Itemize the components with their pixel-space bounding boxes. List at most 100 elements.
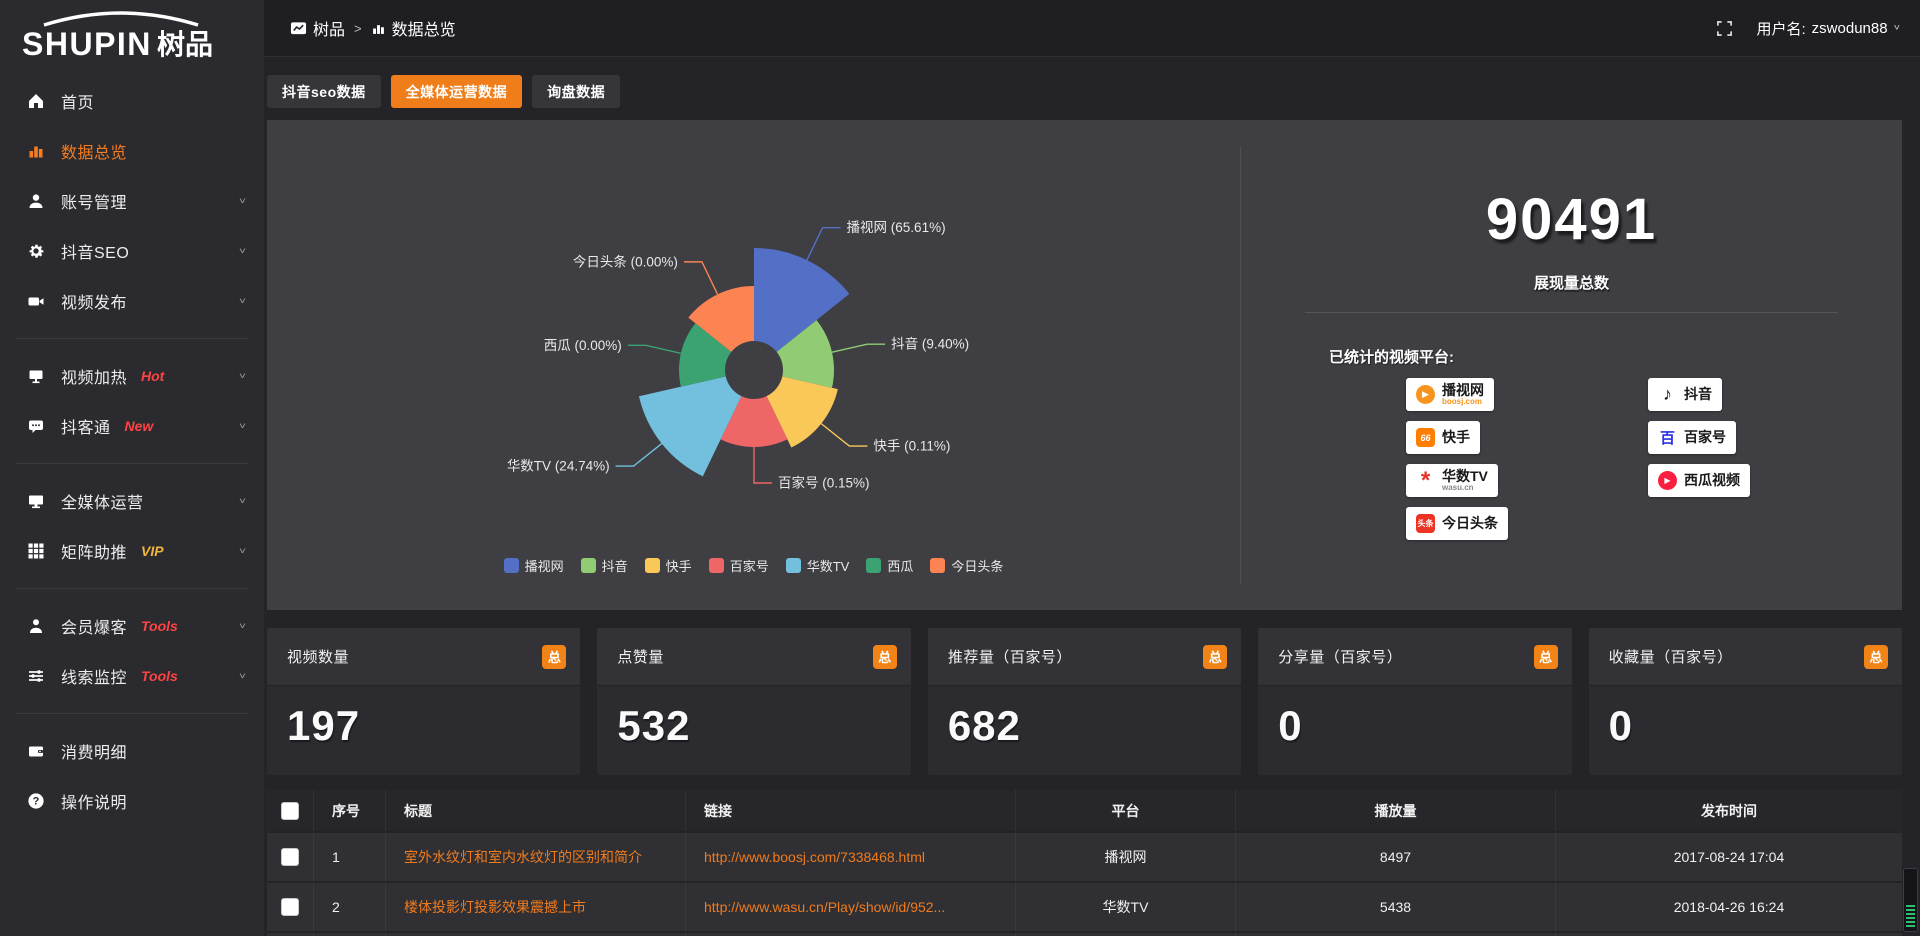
pie-label-华数TV: 华数TV (24.74%) xyxy=(507,459,610,474)
sidebar-item-matrix-boost[interactable]: 矩阵助推VIP˅ xyxy=(0,526,264,576)
platform-name: 抖音 xyxy=(1684,388,1712,401)
platform-badge-播视网: ▶播视网boosj.com xyxy=(1406,378,1494,411)
legend-swatch xyxy=(866,558,881,573)
pie-label-西瓜: 西瓜 (0.00%) xyxy=(544,338,622,353)
sidebar-item-badge: Hot xyxy=(141,368,164,384)
stat-card-3: 分享量（百家号）总0 xyxy=(1258,628,1571,775)
legend-item-百家号[interactable]: 百家号 xyxy=(709,556,769,575)
legend-item-抖音[interactable]: 抖音 xyxy=(581,556,628,575)
row-link[interactable]: http://www.wasu.cn/Play/show/id/952... xyxy=(685,883,1015,931)
sidebar-item-label: 全媒体运营 xyxy=(61,489,144,513)
row-seq: 1 xyxy=(313,833,385,881)
row-checkbox[interactable] xyxy=(281,848,299,866)
platform-badge-百家号: 百百家号 xyxy=(1648,421,1736,454)
total-badge: 总 xyxy=(1864,645,1888,669)
stat-card-value: 682 xyxy=(928,686,1241,750)
gear-icon xyxy=(26,241,46,261)
platform-sub: boosj.com xyxy=(1442,397,1484,406)
platform-badge-今日头条: 头条今日头条 xyxy=(1406,507,1508,540)
kuaishou-logo: 66 xyxy=(1416,428,1435,447)
legend-label: 西瓜 xyxy=(887,556,913,575)
platform-badge-快手: 66快手 xyxy=(1406,421,1480,454)
sidebar-item-consumption[interactable]: 消费明细 xyxy=(0,726,264,776)
monitor-icon xyxy=(26,491,46,511)
select-all-checkbox[interactable] xyxy=(281,802,299,820)
row-checkbox-cell xyxy=(267,833,313,881)
breadcrumb-page-label: 数据总览 xyxy=(392,16,456,40)
platform-name: 播视网 xyxy=(1442,384,1484,397)
chevron-down-icon: ˅ xyxy=(239,420,246,431)
legend-item-快手[interactable]: 快手 xyxy=(645,556,692,575)
platform-column-right: ♪抖音百百家号▶西瓜视频 xyxy=(1648,378,1750,497)
menu-divider xyxy=(16,588,248,589)
sidebar-item-home[interactable]: 首页 xyxy=(0,76,264,126)
chevron-down-icon: ˅ xyxy=(239,245,246,256)
platform-badge-text: 抖音 xyxy=(1684,388,1712,401)
platform-badge-抖音: ♪抖音 xyxy=(1648,378,1722,411)
platform-badge-text: 播视网boosj.com xyxy=(1442,384,1484,406)
sliders-icon xyxy=(26,666,46,686)
breadcrumb-app[interactable]: 树品 xyxy=(290,16,345,40)
legend-item-播视网[interactable]: 播视网 xyxy=(504,556,564,575)
pie-label-line-播视网 xyxy=(807,228,841,260)
sidebar-item-clue-monitor[interactable]: 线索监控Tools˅ xyxy=(0,651,264,701)
legend-label: 播视网 xyxy=(525,556,564,575)
impressions-total-caption: 展现量总数 xyxy=(1241,272,1902,293)
stat-card-value: 0 xyxy=(1589,686,1902,750)
user-menu[interactable]: 用户名: zswodun88 ˅ xyxy=(1757,18,1901,39)
legend-item-西瓜[interactable]: 西瓜 xyxy=(866,556,913,575)
breadcrumb-page[interactable]: 数据总览 xyxy=(371,16,456,40)
stat-card-header: 收藏量（百家号）总 xyxy=(1589,628,1902,686)
sidebar-item-douyin-seo[interactable]: 抖音SEO ˅ xyxy=(0,226,264,276)
row-time: 2018-04-26 16:24 xyxy=(1555,883,1902,931)
video-camera-icon xyxy=(26,291,46,311)
stat-card-title: 点赞量 xyxy=(617,646,664,667)
sidebar-item-help[interactable]: ?操作说明 xyxy=(0,776,264,826)
user-icon xyxy=(26,191,46,211)
pie-label-快手: 快手 (0.11%) xyxy=(873,439,950,454)
row-link[interactable]: http://www.boosj.com/7338468.html xyxy=(685,833,1015,881)
row-title[interactable]: 室外水纹灯和室内水纹灯的区别和简介 xyxy=(385,833,685,881)
tab-1[interactable]: 全媒体运营数据 xyxy=(391,75,523,108)
legend-item-华数TV[interactable]: 华数TV xyxy=(786,556,850,575)
sidebar-item-account-manage[interactable]: 账号管理˅ xyxy=(0,176,264,226)
scrollbar-widget[interactable] xyxy=(1903,868,1918,932)
stat-card-value: 532 xyxy=(597,686,910,750)
table-header-cell: 标题 xyxy=(385,790,685,831)
stat-card-title: 视频数量 xyxy=(287,646,349,667)
video-table: 序号标题链接平台播放量发布时间1室外水纹灯和室内水纹灯的区别和简介http://… xyxy=(267,790,1902,936)
table-header-cell: 序号 xyxy=(313,790,385,831)
sidebar-item-member-baoke[interactable]: 会员爆客Tools˅ xyxy=(0,601,264,651)
tab-0[interactable]: 抖音seo数据 xyxy=(267,75,381,108)
main-content: 抖音seo数据全媒体运营数据询盘数据 播视网 (65.61%)抖音 (9.40%… xyxy=(264,58,1920,936)
sidebar-item-data-overview[interactable]: 数据总览 xyxy=(0,126,264,176)
pie-slice-华数TV[interactable] xyxy=(639,376,741,476)
platform-badge-text: 百家号 xyxy=(1684,431,1726,444)
question-icon: ? xyxy=(26,791,46,811)
tab-2[interactable]: 询盘数据 xyxy=(532,75,620,108)
user-name: zswodun88 xyxy=(1812,20,1888,37)
row-checkbox[interactable] xyxy=(281,898,299,916)
stat-cards-row: 视频数量总197点赞量总532推荐量（百家号）总682分享量（百家号）总0收藏量… xyxy=(267,628,1902,775)
sidebar-menu: 首页数据总览账号管理˅ 抖音SEO ˅ 视频发布˅ 视频加热Hot˅抖客通New˅ 全媒体… xyxy=(0,68,264,826)
legend-swatch xyxy=(709,558,724,573)
sidebar-item-label: 抖音SEO xyxy=(61,239,129,263)
sidebar-item-omnimedia[interactable]: 全媒体运营˅ xyxy=(0,476,264,526)
pie-label-line-百家号 xyxy=(754,447,772,483)
chart-legend: 播视网抖音快手百家号华数TV 西瓜今日头条 xyxy=(267,556,1240,575)
sidebar-item-video-publish[interactable]: 视频发布˅ xyxy=(0,276,264,326)
screen-icon xyxy=(26,366,46,386)
row-title[interactable]: 楼体投影灯投影效果震撼上市 xyxy=(385,883,685,931)
overview-panel: 播视网 (65.61%)抖音 (9.40%)快手 (0.11%)百家号 (0.1… xyxy=(267,120,1902,610)
impressions-total-value: 90491 xyxy=(1241,186,1902,253)
sidebar-item-badge: Tools xyxy=(141,668,178,684)
legend-item-今日头条[interactable]: 今日头条 xyxy=(930,556,1003,575)
stat-card-header: 点赞量总 xyxy=(597,628,910,686)
pie-label-line-西瓜 xyxy=(628,345,681,353)
row-seq: 2 xyxy=(313,883,385,931)
menu-divider xyxy=(16,713,248,714)
fullscreen-icon[interactable] xyxy=(1716,20,1733,37)
sidebar-item-douketong[interactable]: 抖客通New˅ xyxy=(0,401,264,451)
sidebar-item-video-heat[interactable]: 视频加热Hot˅ xyxy=(0,351,264,401)
legend-swatch xyxy=(581,558,596,573)
